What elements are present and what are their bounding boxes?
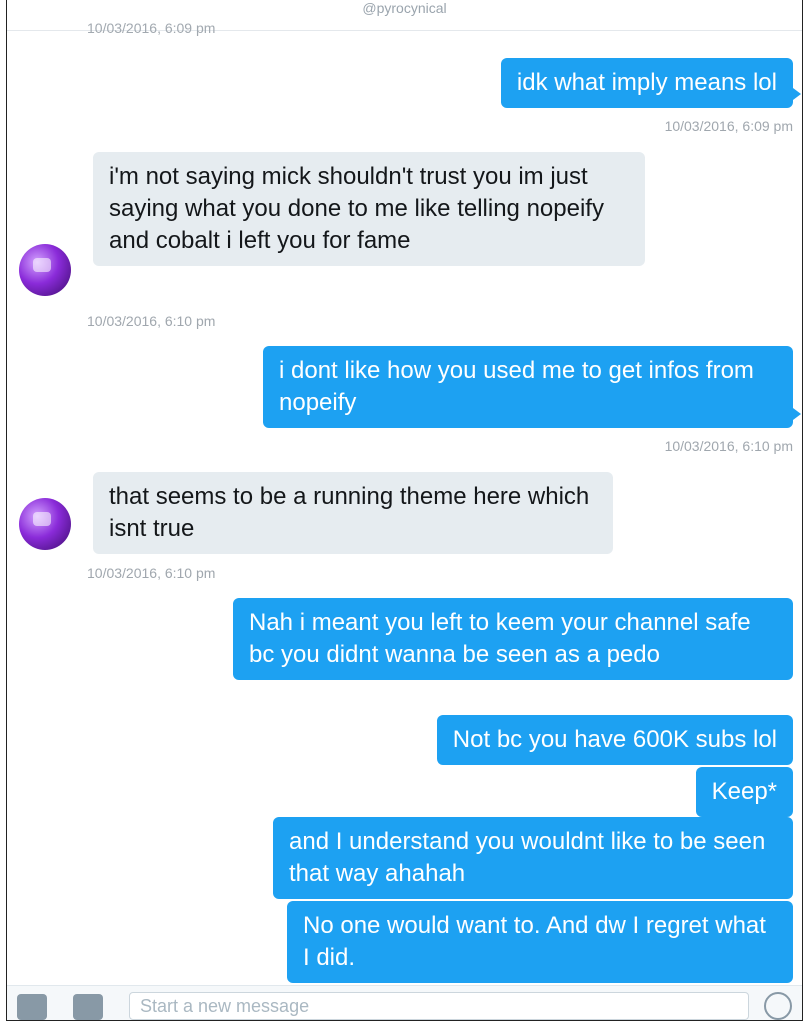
message-bubble-outgoing[interactable]: Not bc you have 600K subs lol	[436, 715, 793, 765]
previous-timestamp: 10/03/2016, 6:09 pm	[87, 20, 216, 36]
message-bubble-outgoing[interactable]: and I understand you wouldnt like to be …	[273, 817, 793, 899]
message-timestamp: 10/03/2016, 6:10 pm	[664, 438, 793, 454]
message-timestamp: 10/03/2016, 6:09 pm	[664, 118, 793, 134]
message-bubble-outgoing[interactable]: Nah i meant you left to keem your channe…	[233, 598, 793, 680]
message-text: and I understand you wouldnt like to be …	[289, 828, 766, 887]
message-text: Not bc you have 600K subs lol	[452, 726, 777, 753]
message-text: that seems to be a running theme here wh…	[109, 483, 590, 542]
message-timestamp: 10/03/2016, 6:10 pm	[87, 565, 216, 581]
avatar[interactable]	[19, 244, 71, 296]
message-bubble-incoming[interactable]: i'm not saying mick shouldn't trust you …	[93, 152, 645, 266]
message-composer: Start a new message	[7, 985, 802, 1020]
dm-conversation: @pyrocynical 10/03/2016, 6:09 pm idk wha…	[6, 0, 803, 1021]
conversation-handle[interactable]: @pyrocynical	[362, 0, 446, 16]
gif-icon[interactable]	[73, 994, 103, 1020]
message-text: i'm not saying mick shouldn't trust you …	[109, 163, 604, 254]
message-bubble-outgoing[interactable]: i dont like how you used me to get infos…	[263, 346, 801, 428]
emoji-icon[interactable]	[764, 992, 792, 1020]
message-text: Keep*	[711, 778, 777, 805]
bubble-tail	[793, 408, 801, 420]
message-bubble-outgoing[interactable]: No one would want to. And dw I regret wh…	[287, 901, 793, 983]
camera-icon[interactable]	[17, 994, 47, 1020]
message-text: idk what imply means lol	[516, 69, 777, 96]
avatar[interactable]	[19, 498, 71, 550]
message-text: Nah i meant you left to keem your channe…	[249, 609, 751, 668]
bubble-tail	[793, 88, 801, 100]
message-bubble-outgoing[interactable]: idk what imply means lol	[500, 58, 801, 108]
message-text: i dont like how you used me to get infos…	[279, 357, 754, 416]
message-timestamp: 10/03/2016, 6:10 pm	[87, 313, 216, 329]
message-text: No one would want to. And dw I regret wh…	[303, 912, 766, 971]
message-bubble-outgoing[interactable]: Keep*	[695, 767, 793, 817]
conversation-header: @pyrocynical	[7, 0, 802, 18]
message-bubble-incoming[interactable]: that seems to be a running theme here wh…	[93, 472, 613, 554]
message-input[interactable]: Start a new message	[129, 992, 749, 1020]
